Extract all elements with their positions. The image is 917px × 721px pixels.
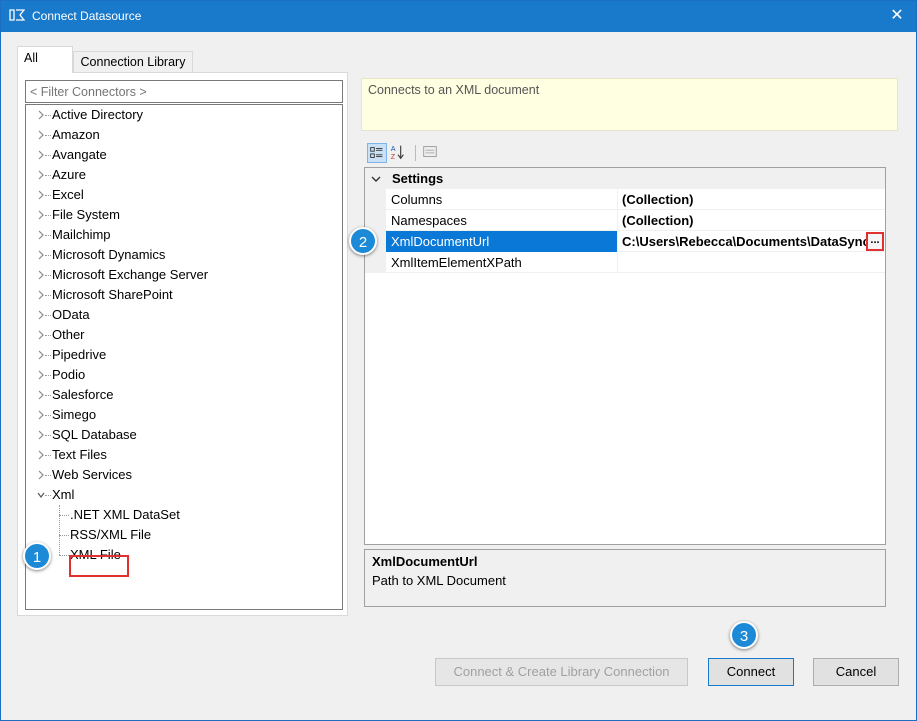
- connect-button[interactable]: Connect: [708, 658, 794, 686]
- step-badge-3: 3: [730, 621, 758, 649]
- sort-alphabetical-icon[interactable]: A Z: [389, 143, 409, 163]
- app-logo-icon: [9, 9, 25, 21]
- close-icon[interactable]: ✕: [888, 7, 906, 25]
- help-description: Path to XML Document: [372, 573, 506, 588]
- tree-item-label: Pipedrive: [52, 347, 107, 362]
- cancel-button[interactable]: Cancel: [813, 658, 899, 686]
- step-badge-1: 1: [23, 542, 51, 570]
- tree-item-label: File System: [52, 207, 120, 222]
- tree-item-label: Xml: [52, 487, 75, 502]
- tree-item-label: Active Directory: [52, 107, 144, 122]
- tree-item-label: Microsoft SharePoint: [52, 287, 173, 302]
- tree-item-label: Avangate: [52, 147, 107, 162]
- tree-item-label: Salesforce: [52, 387, 114, 402]
- property-name: Columns: [386, 189, 618, 210]
- property-name: XmlItemElementXPath: [386, 252, 618, 273]
- xml-file-highlight: [69, 555, 129, 577]
- property-row-namespaces[interactable]: Namespaces (Collection): [386, 210, 885, 231]
- property-value[interactable]: (Collection): [618, 210, 885, 231]
- xmldocumenturl-input[interactable]: C:\Users\Rebecca\Documents\DataSync: [618, 231, 866, 252]
- property-name: Namespaces: [386, 210, 618, 231]
- connector-panel: Active Directory Amazon Avangate Azure E: [17, 72, 348, 616]
- property-pages-icon[interactable]: [421, 143, 441, 163]
- categorized-view-icon[interactable]: [367, 143, 387, 163]
- category-settings[interactable]: Settings: [365, 168, 885, 189]
- connector-description: Connects to an XML document: [361, 78, 898, 131]
- tree-item-label: Excel: [52, 187, 84, 202]
- tree-item-label: Microsoft Exchange Server: [52, 267, 209, 282]
- help-title: XmlDocumentUrl: [372, 554, 478, 569]
- tree-item-label: Other: [52, 327, 85, 342]
- tree-item-label: Simego: [52, 407, 97, 422]
- tree-item-label: .NET XML DataSet: [70, 507, 180, 522]
- tree-item-label: Azure: [52, 167, 86, 182]
- tab-all[interactable]: All: [17, 46, 73, 73]
- tree-item-label: SQL Database: [52, 427, 137, 442]
- tree-item-label: Text Files: [52, 447, 107, 462]
- filter-connectors-input[interactable]: [25, 80, 343, 103]
- tree-item-label: RSS/XML File: [70, 527, 152, 542]
- title-bar: Connect Datasource ✕: [1, 1, 916, 32]
- window-title: Connect Datasource: [32, 9, 142, 23]
- property-grid: Settings Columns (Collection) Namespaces…: [364, 167, 886, 545]
- tree-item-label: Podio: [52, 367, 86, 382]
- connector-tree[interactable]: Active Directory Amazon Avangate Azure E: [25, 104, 343, 610]
- property-value[interactable]: [618, 252, 885, 273]
- property-help: XmlDocumentUrl Path to XML Document: [364, 549, 886, 607]
- tree-item-label: Microsoft Dynamics: [52, 247, 166, 262]
- tree-item-label: OData: [52, 307, 90, 322]
- browse-file-button[interactable]: ...: [866, 232, 884, 251]
- svg-text:Z: Z: [391, 152, 396, 161]
- category-label: Settings: [392, 171, 444, 186]
- tree-item-label: Mailchimp: [52, 227, 111, 242]
- property-row-xmlitemelementxpath[interactable]: XmlItemElementXPath: [386, 252, 885, 273]
- property-name: XmlDocumentUrl: [386, 231, 618, 252]
- connect-datasource-dialog: Connect Datasource ✕ All Connection Libr…: [0, 0, 917, 721]
- step-badge-2: 2: [349, 227, 377, 255]
- connect-create-library-button[interactable]: Connect & Create Library Connection: [435, 658, 688, 686]
- property-row-columns[interactable]: Columns (Collection): [386, 189, 885, 210]
- chevron-down-icon[interactable]: [371, 174, 381, 184]
- tree-item-label: Amazon: [52, 127, 100, 142]
- property-value[interactable]: (Collection): [618, 189, 885, 210]
- property-row-xmldocumenturl[interactable]: XmlDocumentUrl C:\Users\Rebecca\Document…: [386, 231, 885, 252]
- tab-connection-library[interactable]: Connection Library: [73, 51, 193, 72]
- tree-item-label: Web Services: [52, 467, 132, 482]
